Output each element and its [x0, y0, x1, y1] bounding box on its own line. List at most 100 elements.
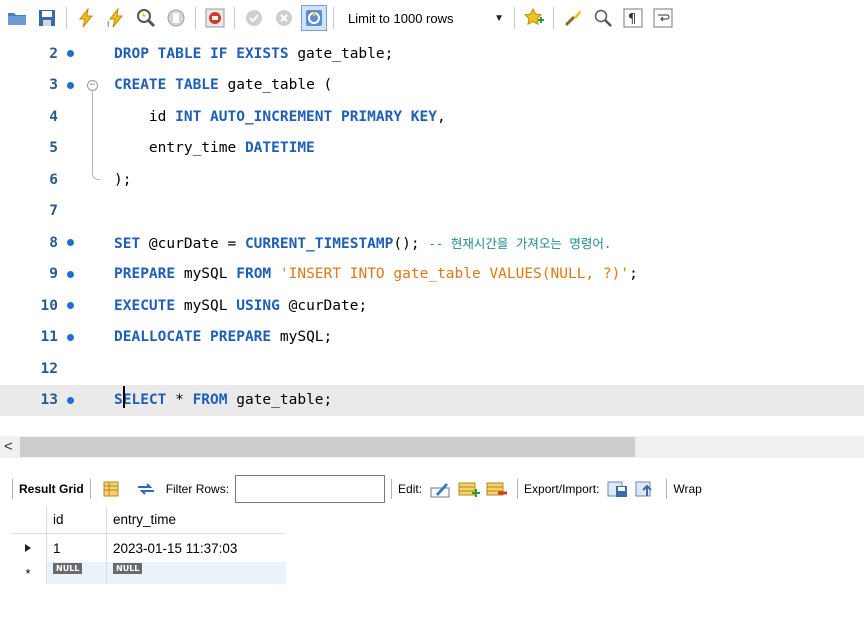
row-indicator-header: [10, 506, 46, 534]
execute-icon[interactable]: [73, 5, 99, 31]
delete-row-icon[interactable]: [486, 478, 508, 500]
add-snippet-icon[interactable]: [521, 5, 547, 31]
refresh-icon[interactable]: [135, 478, 157, 500]
string-literal: 'INSERT INTO gate_table VALUES(NULL, ?)': [279, 266, 630, 283]
code-line[interactable]: 2 DROP TABLE IF EXISTS gate_table;: [0, 38, 864, 70]
edit-label: Edit:: [398, 482, 423, 496]
explain-icon[interactable]: [133, 5, 159, 31]
code-text: id INT AUTO_INCREMENT PRIMARY KEY,: [114, 109, 446, 125]
code-line[interactable]: 9 PREPARE mySQL FROM 'INSERT INTO gate_t…: [0, 259, 864, 291]
toolbar-separator: [553, 7, 554, 29]
column-header-entry-time[interactable]: entry_time: [106, 506, 286, 534]
limit-rows-select[interactable]: Limit to 1000 rows ▼: [340, 5, 510, 31]
keyword: DATETIME: [244, 140, 315, 157]
identifier: @curDate;: [288, 297, 368, 314]
open-folder-icon[interactable]: [4, 5, 30, 31]
line-number: 13: [40, 392, 58, 409]
identifier: ();: [393, 236, 429, 253]
current-row-arrow-icon: [10, 534, 46, 562]
line-number: 7: [49, 203, 58, 220]
code-text: );: [114, 172, 131, 188]
beautify-icon[interactable]: [560, 5, 586, 31]
query-toolbar: I Limit to 1000 rows ▼ ¶: [0, 0, 864, 36]
svg-text:I: I: [107, 20, 109, 28]
filter-rows-input[interactable]: [235, 475, 386, 503]
code-line[interactable]: 7: [0, 196, 864, 228]
cell-id[interactable]: 1: [46, 534, 106, 562]
code-text: EXECUTE mySQL USING @curDate;: [114, 298, 367, 314]
import-icon[interactable]: [635, 478, 657, 500]
toolbar-separator: [391, 479, 393, 499]
stop-icon[interactable]: [163, 5, 189, 31]
cell-entry-time-null[interactable]: NULL: [106, 562, 286, 584]
code-line[interactable]: 11 DEALLOCATE PREPARE mySQL;: [0, 322, 864, 354]
code-text: SET @curDate = CURRENT_TIMESTAMP(); -- 현…: [114, 233, 611, 252]
horizontal-scrollbar[interactable]: <: [0, 436, 864, 458]
rollback-icon[interactable]: [271, 5, 297, 31]
column-header-id[interactable]: id: [46, 506, 106, 534]
sql-editor[interactable]: 2 DROP TABLE IF EXISTS gate_table; 3 − C…: [0, 36, 864, 433]
keyword: CURRENT_TIMESTAMP: [244, 236, 394, 253]
result-grid[interactable]: id entry_time 1 2023-01-15 11:37:03 * NU…: [10, 506, 286, 584]
statement-marker-icon: [67, 270, 74, 278]
chevron-down-icon: ▼: [494, 12, 504, 24]
export-import-label: Export/Import:: [524, 482, 600, 496]
cell-id-null[interactable]: NULL: [46, 562, 106, 584]
result-grid-tab[interactable]: Result Grid: [19, 482, 84, 496]
commit-icon[interactable]: [241, 5, 267, 31]
toggle-error-icon[interactable]: [202, 5, 228, 31]
fold-collapse-icon[interactable]: −: [87, 79, 98, 91]
save-icon[interactable]: [34, 5, 60, 31]
identifier: mySQL: [183, 297, 237, 314]
scrollbar-thumb[interactable]: [20, 437, 635, 457]
statement-marker-icon: [67, 239, 74, 247]
keyword: FROM: [236, 266, 280, 283]
autocommit-icon[interactable]: [301, 5, 327, 31]
wrap-cell-label[interactable]: Wrap: [673, 482, 701, 496]
identifier: mySQL: [183, 266, 237, 283]
code-line[interactable]: 10 EXECUTE mySQL USING @curDate;: [0, 290, 864, 322]
find-icon[interactable]: [590, 5, 616, 31]
invisible-chars-icon[interactable]: ¶: [620, 5, 646, 31]
toolbar-separator: [195, 7, 196, 29]
code-text: CREATE TABLE gate_table (: [114, 77, 332, 93]
keyword: SET: [114, 236, 149, 253]
toolbar-separator: [333, 7, 334, 29]
comment: -- 현재시간을 가져오는 명령어.: [428, 236, 612, 252]
keyword: DROP TABLE IF EXISTS: [114, 45, 298, 62]
statement-marker-icon: [67, 50, 74, 58]
code-line[interactable]: 5 entry_time DATETIME: [0, 133, 864, 165]
code-line[interactable]: 4 id INT AUTO_INCREMENT PRIMARY KEY,: [0, 101, 864, 133]
wrap-icon[interactable]: [650, 5, 676, 31]
table-row[interactable]: 1 2023-01-15 11:37:03: [10, 534, 286, 562]
identifier: ,: [437, 108, 446, 125]
new-row[interactable]: * NULL NULL: [10, 562, 286, 584]
insert-row-icon[interactable]: [458, 478, 481, 500]
scroll-left-icon[interactable]: <: [4, 438, 13, 455]
code-text: SELECT * FROM gate_table;: [114, 392, 332, 408]
limit-rows-label: Limit to 1000 rows: [348, 10, 454, 26]
statement-marker-icon: [67, 333, 74, 341]
identifier: @curDate =: [148, 236, 245, 253]
code-line-current[interactable]: 13 SELECT * FROM gate_table;: [0, 384, 864, 416]
code-line[interactable]: 6 );: [0, 164, 864, 196]
export-icon[interactable]: [607, 478, 629, 500]
code-text: DROP TABLE IF EXISTS gate_table;: [114, 46, 393, 62]
edit-row-icon[interactable]: [430, 478, 452, 500]
execute-current-icon[interactable]: I: [103, 5, 129, 31]
identifier: entry_time: [114, 140, 245, 157]
toolbar-separator: [66, 7, 67, 29]
code-line[interactable]: 3 − CREATE TABLE gate_table (: [0, 70, 864, 102]
line-number: 12: [40, 360, 58, 377]
keyword: CREATE TABLE: [114, 77, 228, 94]
keyword: USING: [236, 297, 289, 314]
statement-marker-icon: [67, 81, 74, 89]
identifier: gate_table;: [236, 392, 333, 409]
code-line[interactable]: 8 SET @curDate = CURRENT_TIMESTAMP(); --…: [0, 227, 864, 259]
cell-entry-time[interactable]: 2023-01-15 11:37:03: [106, 534, 286, 562]
identifier: gate_table (: [227, 77, 333, 94]
grid-layout-icon[interactable]: [100, 478, 122, 500]
code-line[interactable]: 12: [0, 353, 864, 385]
line-number: 8: [49, 234, 58, 251]
line-number: 2: [49, 45, 58, 62]
